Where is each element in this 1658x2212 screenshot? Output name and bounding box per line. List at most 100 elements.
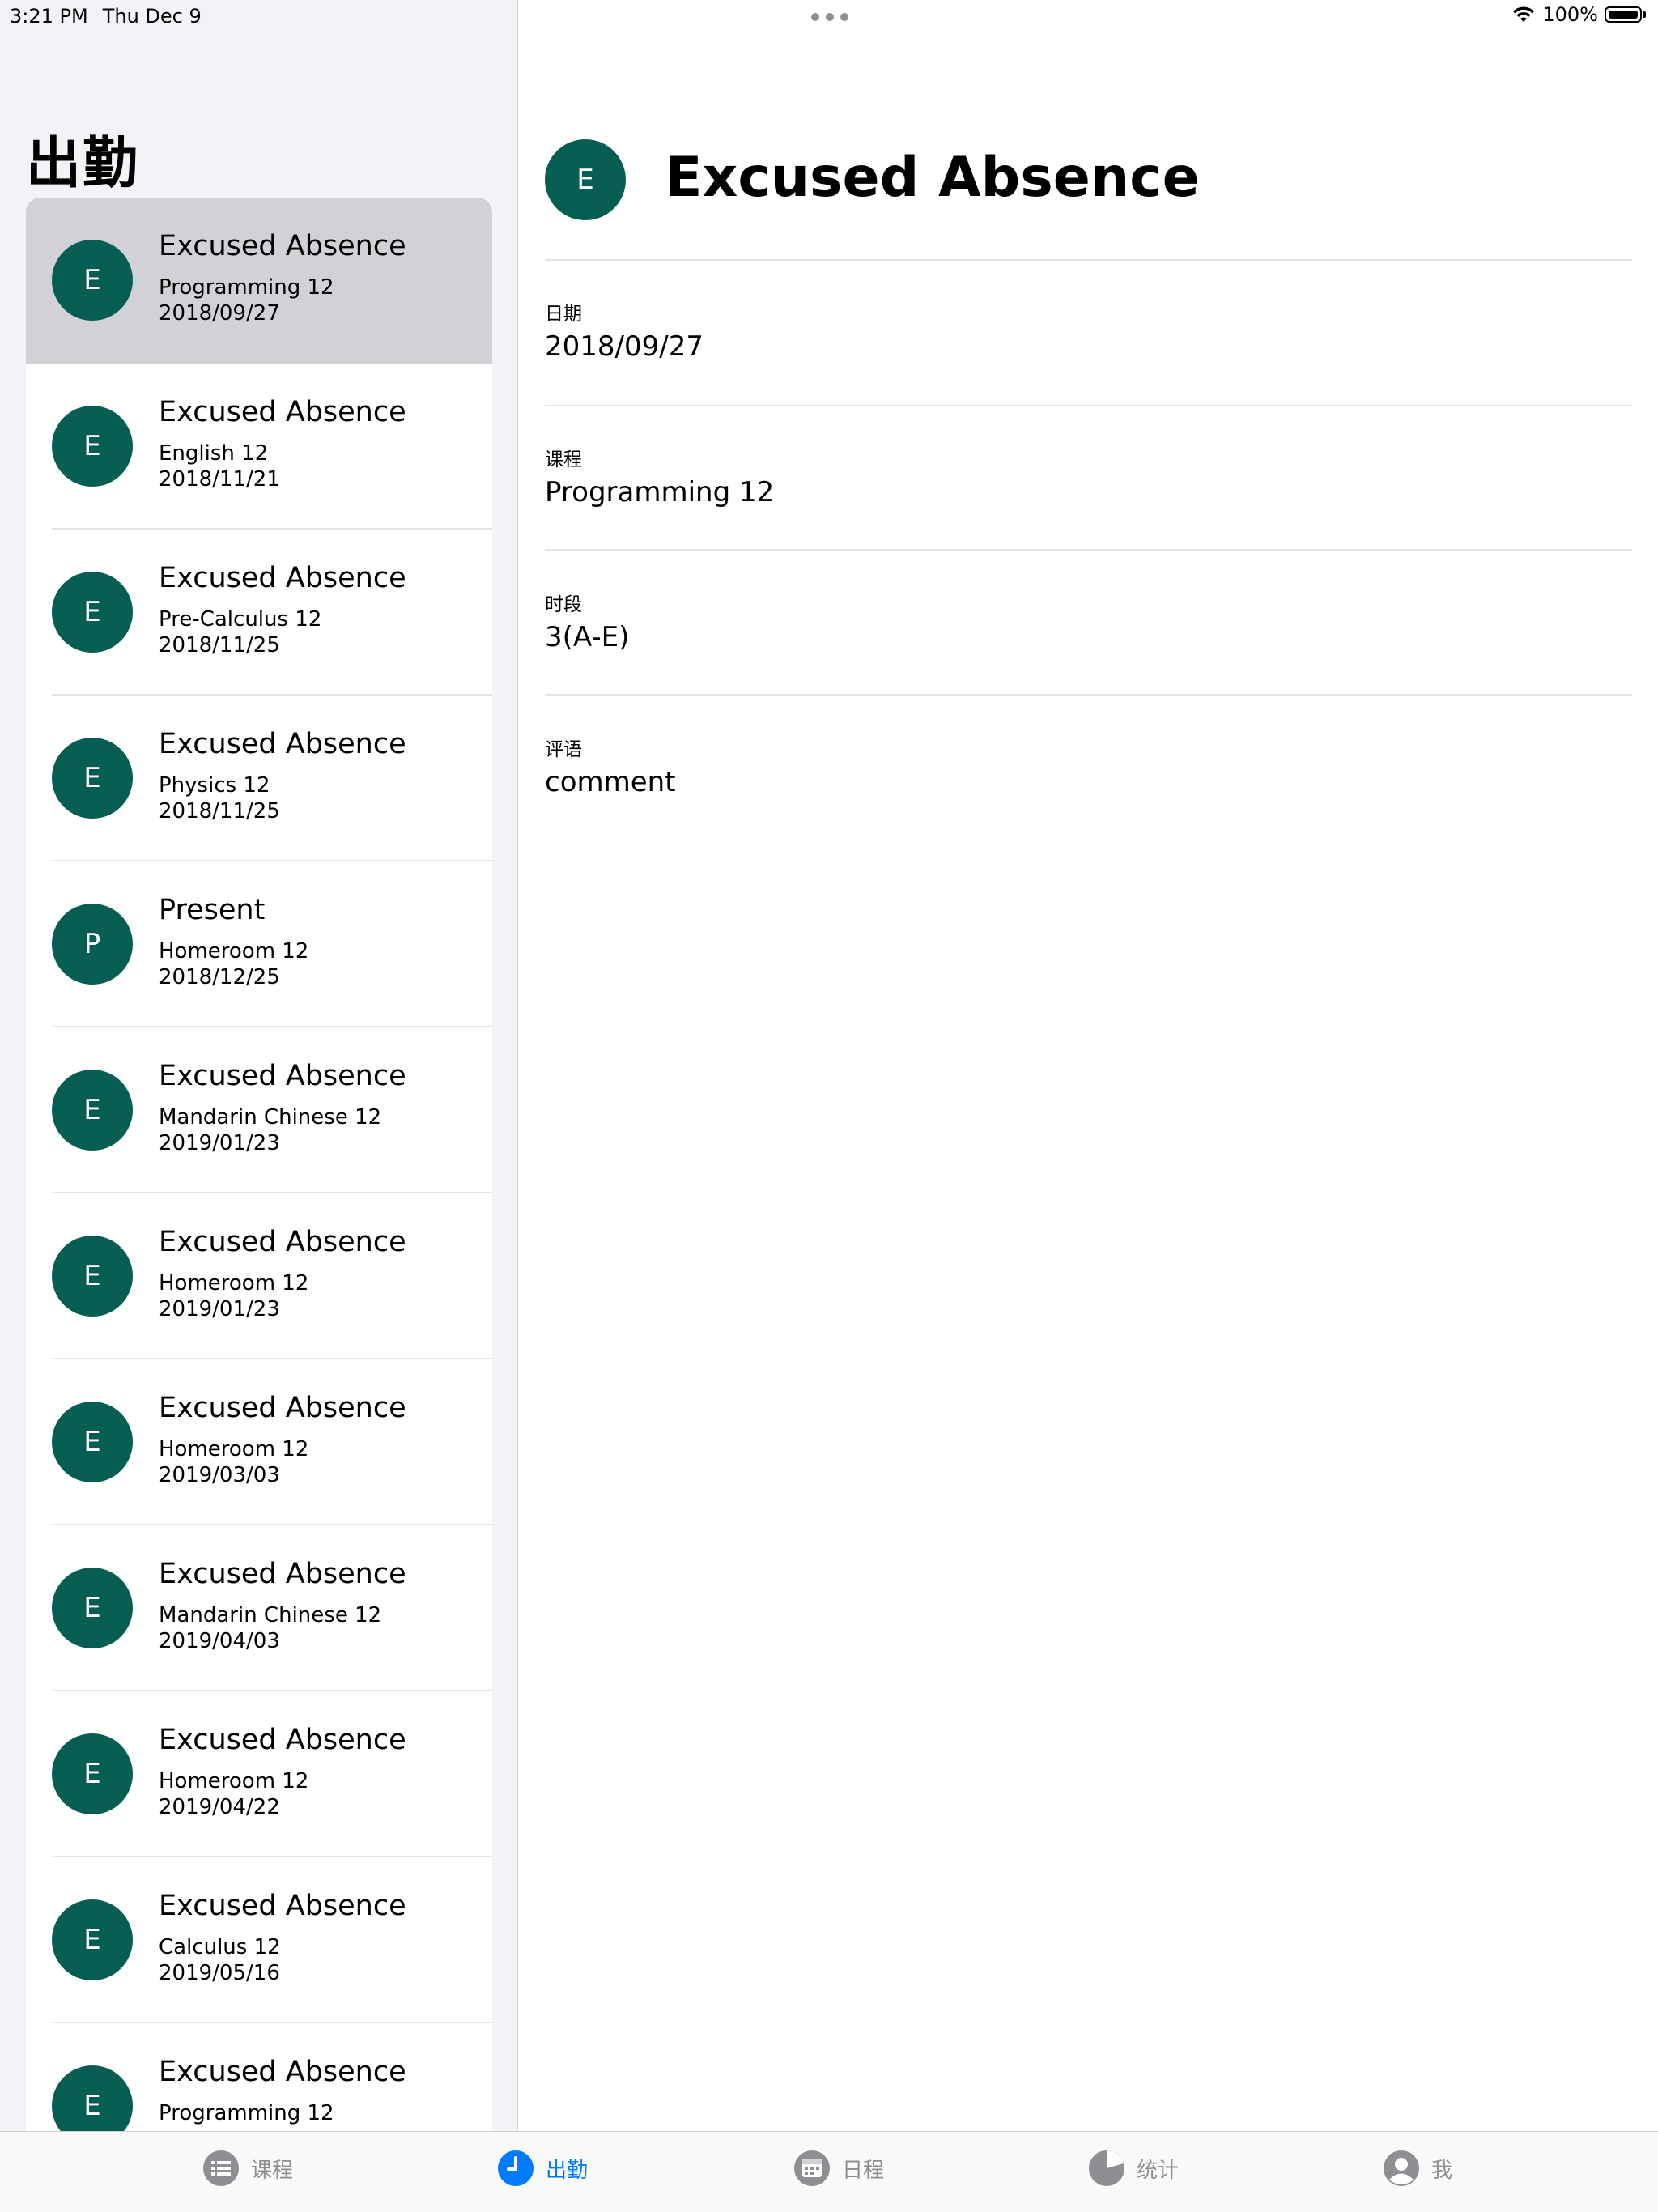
avatar: E xyxy=(52,572,133,653)
course-value: Programming 12 xyxy=(545,476,775,508)
item-title: Excused Absence xyxy=(159,1060,406,1092)
avatar: E xyxy=(52,406,133,487)
avatar: E xyxy=(52,1568,133,1648)
wifi-icon xyxy=(1513,6,1535,22)
pie-chart-icon xyxy=(1089,2150,1124,2186)
period-label: 时段 xyxy=(545,594,582,615)
avatar: E xyxy=(52,240,133,321)
period-value: 3(A-E) xyxy=(545,621,630,653)
item-date: 2018/09/27 xyxy=(159,301,280,325)
tab-schedule[interactable]: 日程 xyxy=(793,2150,884,2187)
list-item[interactable]: E Excused Absence Pre-Calculus 12 2018/1… xyxy=(26,530,492,696)
tab-label: 我 xyxy=(1431,2158,1453,2183)
item-title: Present xyxy=(159,894,266,926)
clock-icon xyxy=(498,2150,534,2186)
battery-icon xyxy=(1605,5,1647,24)
detail-avatar: E xyxy=(545,139,626,220)
tab-statistics[interactable]: 统计 xyxy=(1088,2150,1179,2187)
avatar: E xyxy=(52,738,133,819)
item-title: Excused Absence xyxy=(159,1392,406,1424)
list-item[interactable]: E Excused Absence Physics 12 2018/11/25 xyxy=(26,696,492,861)
item-date: 2018/11/25 xyxy=(159,799,280,823)
divider xyxy=(545,259,1632,261)
comment-label: 评语 xyxy=(545,739,582,760)
tab-label: 统计 xyxy=(1137,2158,1180,2183)
item-title: Excused Absence xyxy=(159,562,406,594)
status-bar: 3:21 PM Thu Dec 9 100% xyxy=(0,0,1658,32)
avatar: E xyxy=(52,1236,133,1317)
item-date: 2018/11/25 xyxy=(159,633,280,657)
list-item[interactable]: E Excused Absence Calculus 12 2019/05/16 xyxy=(26,1857,492,2023)
tab-label: 日程 xyxy=(842,2158,885,2183)
list-item[interactable]: E Excused Absence Programming 12 xyxy=(26,2023,492,2131)
item-course: Mandarin Chinese 12 xyxy=(159,1105,382,1129)
status-date: Thu Dec 9 xyxy=(102,5,202,28)
list-item[interactable]: E Excused Absence Mandarin Chinese 12 20… xyxy=(26,1027,492,1193)
item-course: Mandarin Chinese 12 xyxy=(159,1603,382,1627)
item-course: Programming 12 xyxy=(159,275,334,300)
list-item[interactable]: E Excused Absence Programming 12 2018/09… xyxy=(26,198,492,364)
list-item[interactable]: E Excused Absence English 12 2018/11/21 xyxy=(26,364,492,530)
item-date: 2018/12/25 xyxy=(159,965,280,989)
item-course: Homeroom 12 xyxy=(159,1437,309,1461)
item-date: 2019/01/23 xyxy=(159,1297,280,1321)
item-title: Excused Absence xyxy=(159,2056,406,2088)
multitasking-dots-icon[interactable] xyxy=(811,13,848,21)
tab-attendance[interactable]: 出勤 xyxy=(497,2150,588,2187)
item-date: 2019/01/23 xyxy=(159,1131,280,1155)
item-date: 2019/03/03 xyxy=(159,1463,280,1487)
item-course: Pre-Calculus 12 xyxy=(159,607,322,632)
item-course: Calculus 12 xyxy=(159,1935,281,1959)
item-title: Excused Absence xyxy=(159,1558,406,1590)
item-title: Excused Absence xyxy=(159,230,406,262)
detail-title: Excused Absence xyxy=(665,146,1200,210)
list-item[interactable]: E Excused Absence Homeroom 12 2019/04/22 xyxy=(26,1691,492,1857)
item-date: 2019/04/22 xyxy=(159,1795,280,1819)
list-item[interactable]: E Excused Absence Homeroom 12 2019/01/23 xyxy=(26,1193,492,1359)
battery-percent: 100% xyxy=(1542,3,1598,26)
avatar: E xyxy=(52,1070,133,1151)
tab-courses[interactable]: 课程 xyxy=(202,2150,293,2187)
item-course: Programming 12 xyxy=(159,2101,334,2125)
divider xyxy=(545,405,1632,406)
course-label: 课程 xyxy=(545,449,582,470)
item-course: Homeroom 12 xyxy=(159,1271,309,1295)
list-item[interactable]: E Excused Absence Homeroom 12 2019/03/03 xyxy=(26,1359,492,1525)
item-course: English 12 xyxy=(159,441,269,466)
item-title: Excused Absence xyxy=(159,1890,406,1922)
avatar: E xyxy=(52,1733,133,1814)
item-course: Homeroom 12 xyxy=(159,1769,309,1793)
list-item[interactable]: E Excused Absence Mandarin Chinese 12 20… xyxy=(26,1525,492,1691)
avatar: E xyxy=(52,1899,133,1980)
status-time: 3:21 PM xyxy=(10,5,88,28)
item-date: 2019/04/03 xyxy=(159,1629,280,1653)
list-icon xyxy=(203,2150,239,2186)
item-title: Excused Absence xyxy=(159,396,406,428)
sidebar-title: 出勤 xyxy=(26,132,140,196)
item-date: 2019/05/16 xyxy=(159,1961,280,1985)
comment-value: comment xyxy=(545,766,676,798)
list-item[interactable]: P Present Homeroom 12 2018/12/25 xyxy=(26,861,492,1027)
item-date: 2018/11/21 xyxy=(159,467,280,491)
item-course: Physics 12 xyxy=(159,773,270,798)
tab-label: 课程 xyxy=(251,2158,294,2183)
item-course: Homeroom 12 xyxy=(159,939,309,963)
calendar-icon xyxy=(794,2150,830,2186)
tab-me[interactable]: 我 xyxy=(1383,2150,1452,2187)
attendance-list[interactable]: E Excused Absence Programming 12 2018/09… xyxy=(26,198,492,2131)
avatar: E xyxy=(52,2065,133,2131)
date-value: 2018/09/27 xyxy=(545,330,704,363)
detail-pane: E Excused Absence 日期 2018/09/27 课程 Progr… xyxy=(519,0,1658,2131)
sidebar: 出勤 E Excused Absence Programming 12 2018… xyxy=(0,0,518,2131)
avatar: P xyxy=(52,904,133,985)
divider xyxy=(545,694,1632,696)
divider xyxy=(545,549,1632,551)
item-title: Excused Absence xyxy=(159,1724,406,1756)
person-icon xyxy=(1384,2150,1419,2186)
date-label: 日期 xyxy=(545,304,582,325)
item-title: Excused Absence xyxy=(159,728,406,760)
tab-label: 出勤 xyxy=(546,2158,589,2183)
avatar: E xyxy=(52,1402,133,1482)
tab-bar: 课程 出勤 日程 统计 我 xyxy=(0,2131,1658,2212)
item-title: Excused Absence xyxy=(159,1226,406,1258)
